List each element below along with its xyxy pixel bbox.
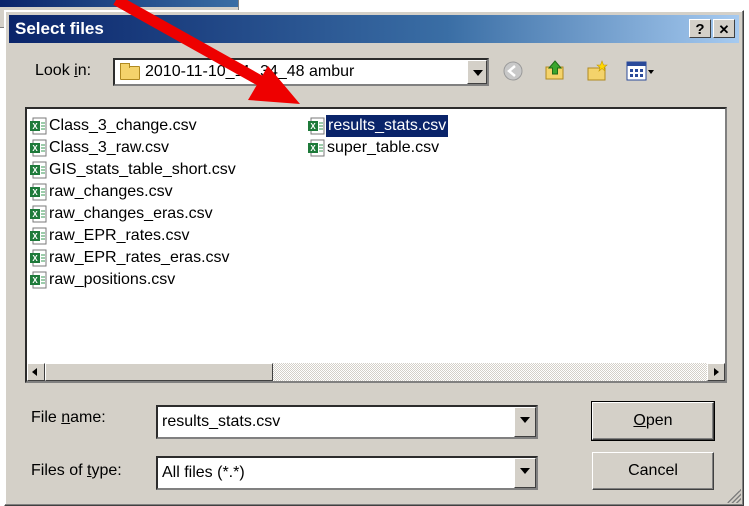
- csv-file-icon: X: [29, 249, 47, 267]
- csv-file-icon: X: [29, 117, 47, 135]
- cancel-button[interactable]: Cancel: [592, 452, 714, 490]
- filetype-label-pre: Files of: [31, 462, 88, 479]
- file-name: raw_changes.csv: [49, 183, 173, 200]
- svg-text:X: X: [310, 144, 316, 153]
- resize-grip-icon[interactable]: [727, 489, 741, 503]
- csv-file-icon: X: [29, 183, 47, 201]
- lookin-combo[interactable]: 2010-11-10_11_34_48 ambur: [113, 58, 489, 86]
- file-name: raw_changes_eras.csv: [49, 205, 213, 222]
- scroll-left-button[interactable]: [27, 363, 45, 381]
- svg-text:X: X: [32, 232, 38, 241]
- select-files-dialog: Select files ? ✕ Look in: 2010-11-10_11_…: [4, 10, 744, 506]
- svg-text:X: X: [32, 122, 38, 131]
- svg-text:X: X: [32, 254, 38, 263]
- csv-file-icon: X: [307, 139, 325, 157]
- filename-dropdown-button[interactable]: [514, 407, 536, 437]
- file-name: Class_3_change.csv: [49, 117, 197, 134]
- title-bar[interactable]: Select files ? ✕: [9, 15, 739, 43]
- views-menu-icon[interactable]: [625, 59, 655, 83]
- lookin-label-post: n:: [77, 62, 92, 79]
- csv-file-icon: X: [29, 271, 47, 289]
- csv-file-icon: X: [29, 227, 47, 245]
- svg-text:X: X: [32, 144, 38, 153]
- lookin-label: Look in:: [35, 62, 91, 80]
- open-button[interactable]: Open: [591, 401, 715, 441]
- lookin-dropdown-button[interactable]: [467, 60, 487, 84]
- file-list[interactable]: X Class_3_change.csv X Class_3_raw.csv X GIS_…: [25, 107, 727, 383]
- filetype-dropdown-button[interactable]: [514, 458, 536, 488]
- svg-text:X: X: [32, 188, 38, 197]
- back-icon[interactable]: [501, 59, 525, 83]
- help-button[interactable]: ?: [689, 19, 711, 38]
- filetype-value: All files (*.*): [162, 464, 245, 481]
- filename-field[interactable]: results_stats.csv: [156, 405, 538, 439]
- open-accel: O: [633, 412, 646, 429]
- background-window-titlebar: [0, 0, 238, 7]
- filename-label-pre: File: [31, 409, 62, 426]
- filename-label: File name:: [31, 409, 106, 427]
- file-name: GIS_stats_table_short.csv: [49, 161, 236, 178]
- scroll-thumb[interactable]: [45, 363, 273, 381]
- filetype-label: Files of type:: [31, 462, 122, 480]
- up-folder-icon[interactable]: [543, 59, 567, 83]
- filename-label-accel: n: [61, 409, 71, 426]
- scroll-right-button[interactable]: [707, 363, 725, 381]
- file-name: super_table.csv: [327, 139, 440, 156]
- svg-text:X: X: [310, 122, 316, 131]
- file-name: raw_EPR_rates.csv: [49, 227, 190, 244]
- folder-icon: [120, 63, 140, 80]
- filetype-label-post: ype:: [91, 462, 122, 479]
- filetype-select[interactable]: All files (*.*): [156, 456, 538, 490]
- svg-text:X: X: [32, 276, 38, 285]
- lookin-label-pre: Look: [35, 62, 75, 79]
- file-name: raw_positions.csv: [49, 271, 176, 288]
- svg-text:X: X: [32, 210, 38, 219]
- filename-value: results_stats.csv: [162, 413, 281, 430]
- lookin-folder: 2010-11-10_11_34_48 ambur: [145, 63, 355, 80]
- csv-file-icon: X: [29, 161, 47, 179]
- file-name: raw_EPR_rates_eras.csv: [49, 249, 230, 266]
- file-name: Class_3_raw.csv: [49, 139, 170, 156]
- csv-file-icon: X: [29, 205, 47, 223]
- csv-file-icon: X: [307, 117, 325, 135]
- csv-file-icon: X: [29, 139, 47, 157]
- filename-label-post: ame:: [70, 409, 106, 426]
- dialog-title: Select files: [15, 19, 104, 38]
- svg-text:X: X: [32, 166, 38, 175]
- file-name: results_stats.csv: [326, 115, 449, 137]
- new-folder-icon[interactable]: [585, 59, 609, 83]
- close-button[interactable]: ✕: [713, 19, 735, 38]
- horizontal-scrollbar[interactable]: [27, 363, 725, 381]
- open-label: pen: [645, 412, 673, 429]
